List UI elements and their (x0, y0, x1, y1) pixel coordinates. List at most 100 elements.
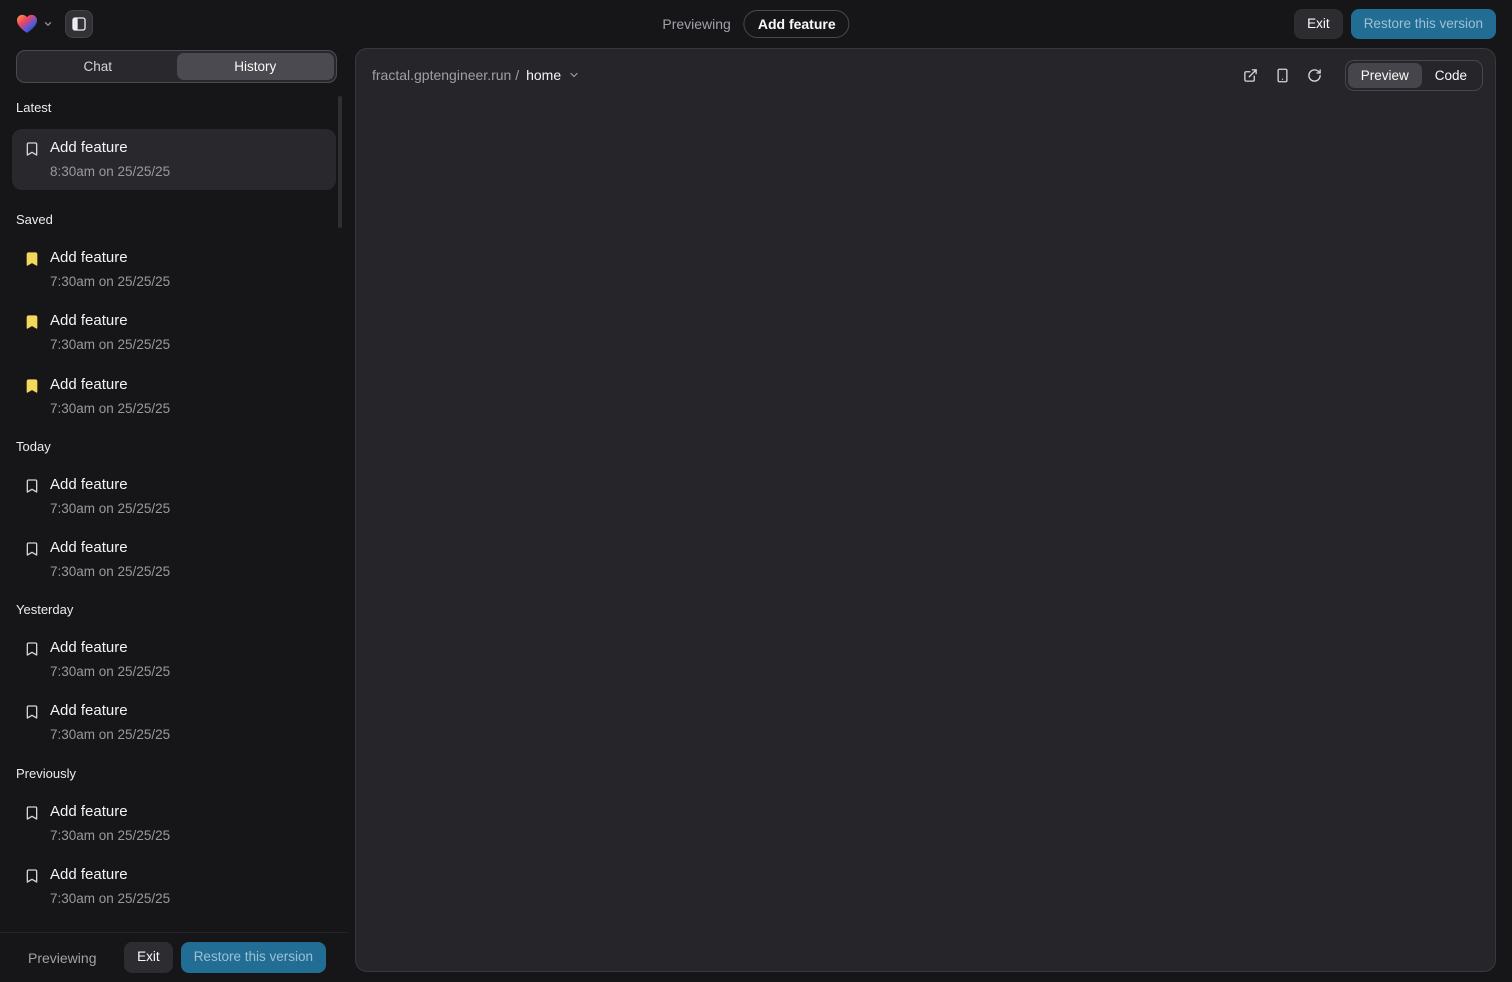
history-item-body: Add feature 7:30am on 25/25/25 (50, 639, 170, 680)
footer-previewing-label: Previewing (28, 950, 96, 966)
tab-history[interactable]: History (177, 53, 335, 80)
bookmark-icon[interactable] (24, 868, 40, 884)
history-item-time: 7:30am on 25/25/25 (50, 501, 170, 517)
mobile-icon[interactable] (1275, 68, 1290, 83)
history-item-title: Add feature (50, 312, 170, 330)
section-title: Yesterday (16, 602, 332, 617)
history-item-title: Add feature (50, 803, 170, 821)
history-item-time: 7:30am on 25/25/25 (50, 664, 170, 680)
preview-header: fractal.gptengineer.run / home Preview C… (356, 49, 1495, 91)
version-pill[interactable]: Add feature (744, 10, 850, 38)
sidebar-tab-switcher: Chat History (16, 50, 337, 83)
section-items: Add feature 8:30am on 25/25/25 (16, 129, 332, 190)
bookmark-icon[interactable] (24, 314, 40, 330)
refresh-icon[interactable] (1307, 68, 1322, 83)
history-section: Previously Add feature 7:30am on 25/25/2… (16, 766, 332, 907)
preview-panel: fractal.gptengineer.run / home Preview C… (355, 48, 1496, 972)
section-title: Previously (16, 766, 332, 781)
bookmark-icon[interactable] (24, 704, 40, 720)
history-item-body: Add feature 7:30am on 25/25/25 (50, 866, 170, 907)
history-item[interactable]: Add feature 7:30am on 25/25/25 (16, 476, 332, 517)
history-item-time: 8:30am on 25/25/25 (50, 164, 170, 180)
toggle-preview[interactable]: Preview (1348, 63, 1422, 88)
top-bar: Previewing Add feature Exit Restore this… (0, 0, 1512, 48)
topbar-left-group (16, 10, 93, 38)
history-item[interactable]: Add feature 7:30am on 25/25/25 (16, 803, 332, 844)
history-item-title: Add feature (50, 539, 170, 557)
history-item-time: 7:30am on 25/25/25 (50, 727, 170, 743)
preview-header-actions: Preview Code (1243, 60, 1483, 91)
history-item[interactable]: Add feature 7:30am on 25/25/25 (16, 639, 332, 680)
url-breadcrumb[interactable]: fractal.gptengineer.run / home (372, 67, 580, 83)
history-item-time: 7:30am on 25/25/25 (50, 337, 170, 353)
logo-chevron-down-icon[interactable] (43, 19, 53, 29)
history-item[interactable]: Add feature 7:30am on 25/25/25 (16, 539, 332, 580)
history-sidebar: Chat History Latest Add feature 8:30am o… (0, 48, 348, 982)
history-item[interactable]: Add feature 8:30am on 25/25/25 (12, 129, 336, 190)
url-chevron-down-icon[interactable] (568, 69, 580, 81)
history-item-title: Add feature (50, 249, 170, 267)
history-section: Saved Add feature 7:30am on 25/25/25 Add… (16, 212, 332, 417)
url-page: home (526, 67, 561, 83)
history-item[interactable]: Add feature 7:30am on 25/25/25 (16, 702, 332, 743)
history-section: Latest Add feature 8:30am on 25/25/25 (16, 100, 332, 190)
history-item-title: Add feature (50, 866, 170, 884)
topbar-right-group: Exit Restore this version (1294, 9, 1496, 39)
panel-left-icon (71, 16, 87, 32)
history-item-body: Add feature 7:30am on 25/25/25 (50, 539, 170, 580)
toggle-code[interactable]: Code (1422, 63, 1480, 88)
bookmark-icon[interactable] (24, 141, 40, 157)
history-item-body: Add feature 7:30am on 25/25/25 (50, 476, 170, 517)
tab-chat[interactable]: Chat (19, 53, 177, 80)
topbar-center-group: Previewing Add feature (662, 10, 849, 38)
preview-code-toggle: Preview Code (1345, 60, 1483, 91)
history-item-time: 7:30am on 25/25/25 (50, 828, 170, 844)
sidebar-footer: Previewing Exit Restore this version (0, 932, 348, 982)
footer-buttons-group: Exit Restore this version (124, 942, 326, 972)
history-item[interactable]: Add feature 7:30am on 25/25/25 (16, 249, 332, 290)
exit-button[interactable]: Exit (1294, 9, 1343, 39)
footer-restore-version-button[interactable]: Restore this version (181, 942, 326, 972)
history-item-body: Add feature 7:30am on 25/25/25 (50, 702, 170, 743)
history-item[interactable]: Add feature 7:30am on 25/25/25 (16, 376, 332, 417)
history-item-time: 7:30am on 25/25/25 (50, 891, 170, 907)
section-title: Latest (16, 100, 332, 115)
section-items: Add feature 7:30am on 25/25/25 Add featu… (16, 476, 332, 580)
restore-version-button[interactable]: Restore this version (1351, 9, 1496, 39)
history-item-title: Add feature (50, 376, 170, 394)
previewing-label: Previewing (662, 16, 730, 32)
bookmark-icon[interactable] (24, 251, 40, 267)
section-title: Today (16, 439, 332, 454)
bookmark-icon[interactable] (24, 641, 40, 657)
history-item-time: 7:30am on 25/25/25 (50, 564, 170, 580)
section-items: Add feature 7:30am on 25/25/25 Add featu… (16, 249, 332, 417)
url-prefix: fractal.gptengineer.run / (372, 67, 519, 83)
sidebar-scrollbar[interactable] (338, 96, 342, 228)
history-item[interactable]: Add feature 7:30am on 25/25/25 (16, 866, 332, 907)
history-item-title: Add feature (50, 139, 170, 157)
history-item[interactable]: Add feature 7:30am on 25/25/25 (16, 312, 332, 353)
history-section: Today Add feature 7:30am on 25/25/25 Add… (16, 439, 332, 580)
bookmark-icon[interactable] (24, 541, 40, 557)
history-item-time: 7:30am on 25/25/25 (50, 274, 170, 290)
history-list[interactable]: Latest Add feature 8:30am on 25/25/25 Sa… (0, 94, 348, 932)
history-item-body: Add feature 8:30am on 25/25/25 (50, 139, 170, 180)
footer-exit-button[interactable]: Exit (124, 942, 173, 972)
bookmark-icon[interactable] (24, 478, 40, 494)
history-item-body: Add feature 7:30am on 25/25/25 (50, 803, 170, 844)
section-items: Add feature 7:30am on 25/25/25 Add featu… (16, 639, 332, 743)
history-item-title: Add feature (50, 702, 170, 720)
history-item-time: 7:30am on 25/25/25 (50, 401, 170, 417)
open-in-new-icon[interactable] (1243, 68, 1258, 83)
history-section: Yesterday Add feature 7:30am on 25/25/25… (16, 602, 332, 743)
section-title: Saved (16, 212, 332, 227)
history-item-title: Add feature (50, 476, 170, 494)
bookmark-icon[interactable] (24, 378, 40, 394)
sidebar-toggle-button[interactable] (65, 10, 93, 38)
section-items: Add feature 7:30am on 25/25/25 Add featu… (16, 803, 332, 907)
history-item-body: Add feature 7:30am on 25/25/25 (50, 312, 170, 353)
lovable-heart-logo[interactable] (16, 14, 38, 34)
bookmark-icon[interactable] (24, 805, 40, 821)
history-item-body: Add feature 7:30am on 25/25/25 (50, 249, 170, 290)
history-item-body: Add feature 7:30am on 25/25/25 (50, 376, 170, 417)
